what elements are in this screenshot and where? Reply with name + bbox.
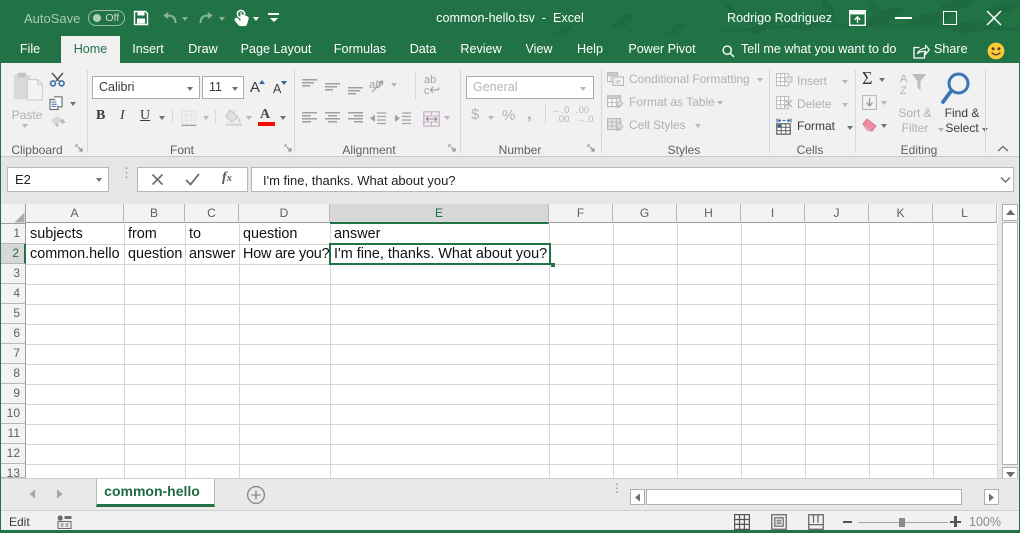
- svg-text:A: A: [900, 73, 908, 85]
- svg-text:Z: Z: [900, 85, 907, 97]
- svg-text:c: c: [424, 85, 430, 96]
